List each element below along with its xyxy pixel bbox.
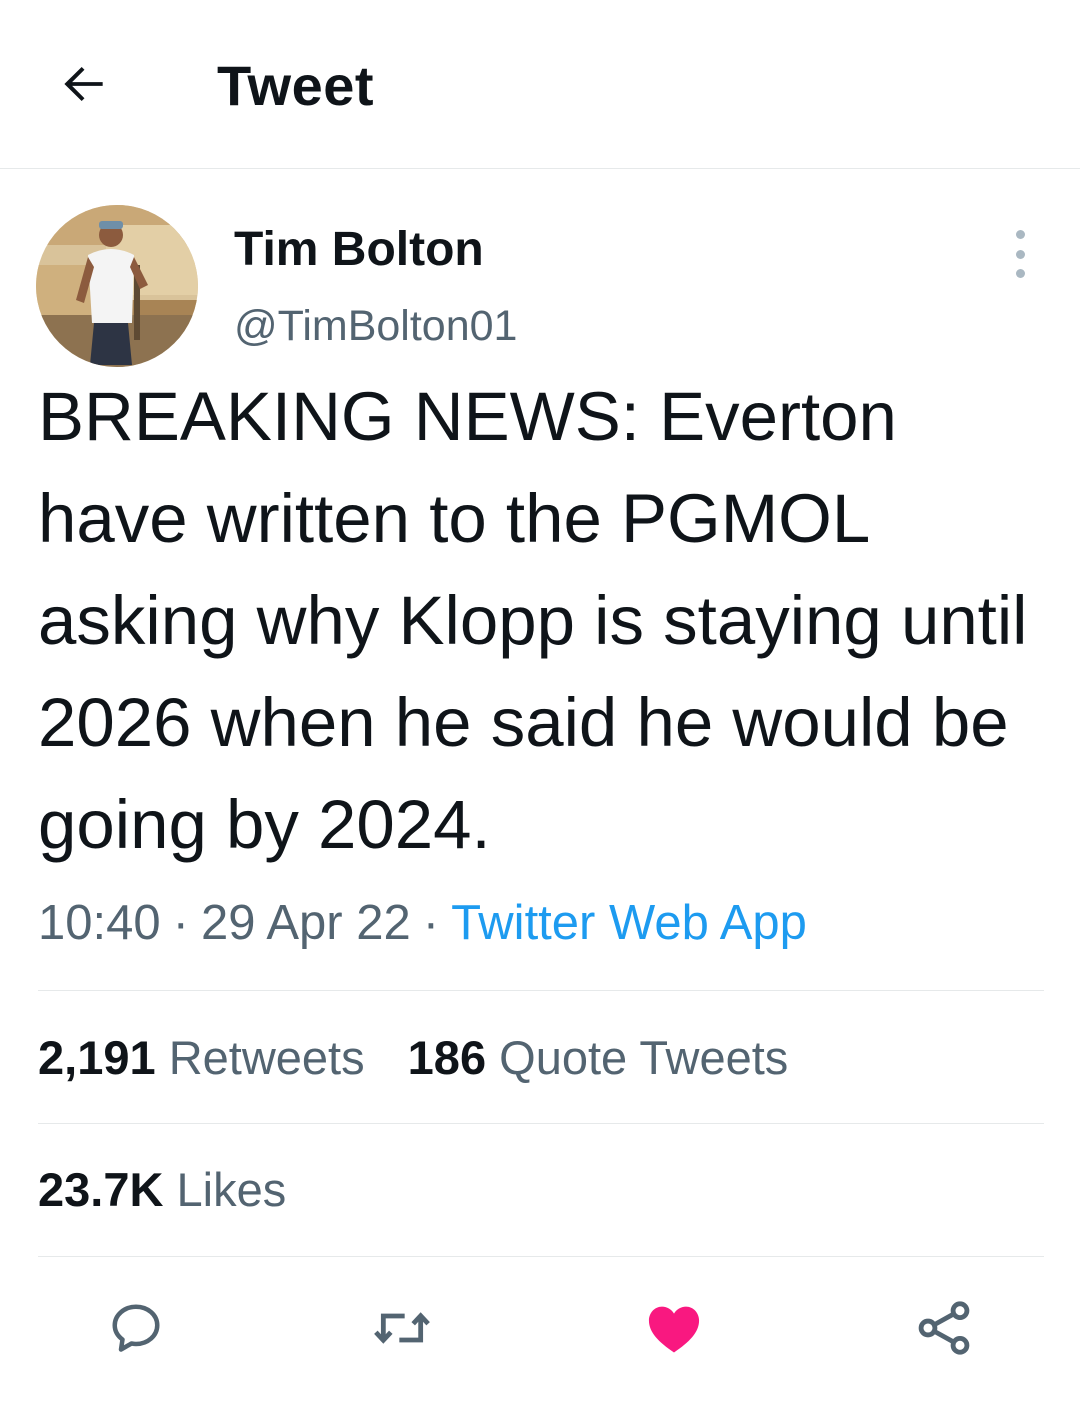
- share-button[interactable]: [912, 1296, 976, 1360]
- avatar-photo: [36, 205, 198, 367]
- meta-separator: ·: [422, 896, 440, 950]
- like-button[interactable]: [642, 1296, 706, 1360]
- author-handle[interactable]: @TimBolton01: [234, 300, 517, 352]
- retweet-button[interactable]: [370, 1296, 434, 1360]
- tweet-date[interactable]: 29 Apr 22: [201, 896, 411, 950]
- reply-button[interactable]: [104, 1296, 168, 1360]
- retweets-count: 2,191: [38, 1031, 156, 1084]
- page-title: Tweet: [217, 54, 375, 117]
- tweet-source-link[interactable]: Twitter Web App: [451, 896, 807, 950]
- divider: [38, 990, 1044, 991]
- avatar[interactable]: [36, 205, 198, 367]
- divider: [38, 1123, 1044, 1124]
- header-divider: [0, 168, 1080, 169]
- heart-icon: [648, 1306, 700, 1353]
- tweet-text: BREAKING NEWS: Everton have written to t…: [38, 378, 1028, 863]
- reply-icon: [112, 1304, 160, 1352]
- tweet-meta: 10:40 · 29 Apr 22 · Twitter Web App: [38, 893, 807, 953]
- meta-separator: ·: [172, 896, 189, 950]
- retweets-label: Retweets: [168, 1031, 365, 1084]
- tweet-time[interactable]: 10:40: [38, 896, 161, 950]
- top-bar: Tweet: [0, 0, 1080, 168]
- more-dot-icon: [1015, 230, 1025, 239]
- likes-count: 23.7K: [38, 1163, 164, 1216]
- share-icon: [918, 1301, 970, 1355]
- arrow-left-icon: [64, 66, 103, 102]
- more-dot-icon: [1015, 249, 1025, 259]
- retweets-stat[interactable]: 2,191 Retweets: [38, 1031, 365, 1084]
- likes-label: Likes: [176, 1163, 287, 1216]
- author-name[interactable]: Tim Bolton: [234, 222, 484, 278]
- divider: [38, 1256, 1044, 1257]
- likes-stat[interactable]: 23.7K Likes: [38, 1163, 286, 1216]
- stats-row: 2,191 Retweets 186 Quote Tweets: [38, 1030, 788, 1086]
- back-button[interactable]: [52, 52, 116, 116]
- likes-row: 23.7K Likes: [38, 1162, 286, 1218]
- more-dot-icon: [1015, 269, 1025, 278]
- more-options-button[interactable]: [1000, 230, 1040, 278]
- quotes-count: 186: [407, 1031, 487, 1084]
- quotes-label: Quote Tweets: [499, 1031, 789, 1084]
- retweet-icon: [374, 1312, 430, 1344]
- quote-tweets-stat[interactable]: 186 Quote Tweets: [408, 1031, 789, 1084]
